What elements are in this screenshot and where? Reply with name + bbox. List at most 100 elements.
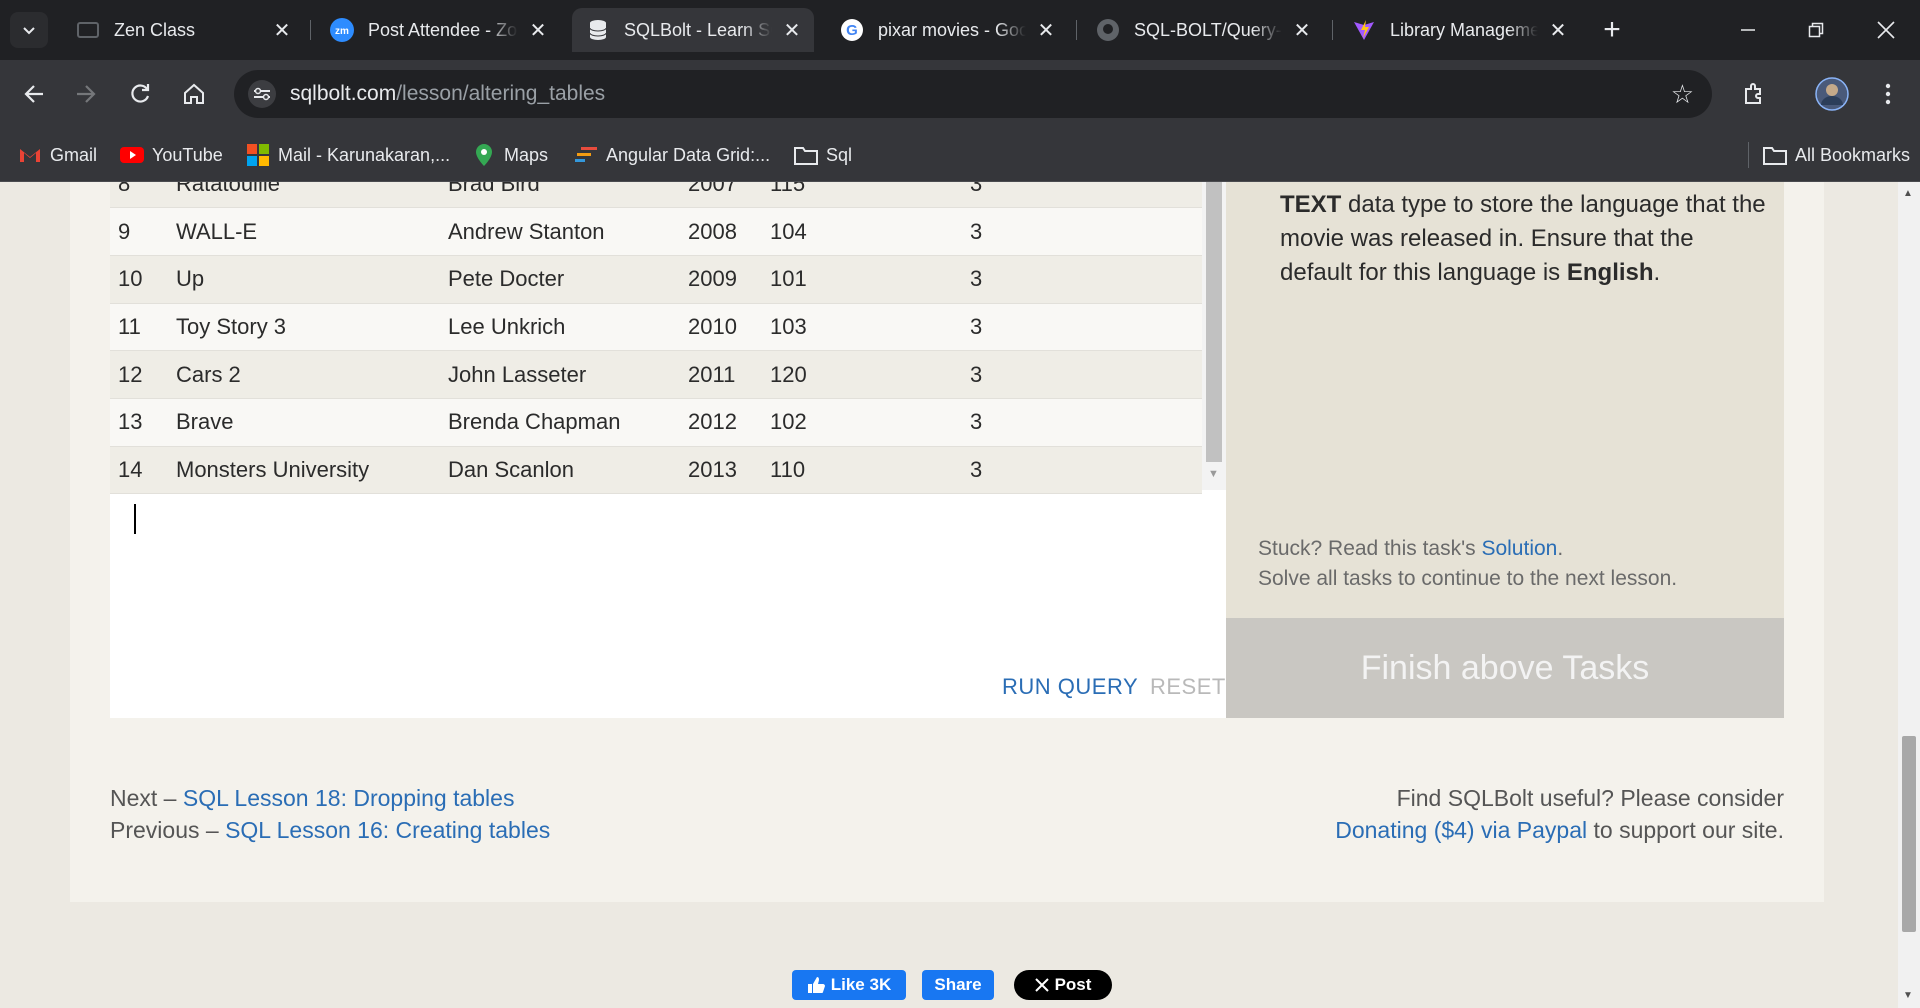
back-button[interactable]: [14, 74, 54, 114]
task-bold-text: English: [1566, 259, 1654, 286]
previous-lesson-link[interactable]: SQL Lesson 16: Creating tables: [225, 817, 550, 843]
bookmark-folder-sql[interactable]: Sql: [794, 142, 852, 168]
page-scrollbar[interactable]: ▲ ▼: [1898, 182, 1920, 1008]
extensions-button[interactable]: [1734, 74, 1774, 114]
table-cell: 102: [762, 398, 962, 447]
close-icon[interactable]: ✕: [778, 16, 806, 44]
table-cell: 3: [962, 182, 1202, 209]
vite-icon: [1352, 18, 1376, 42]
zoom-icon: zm: [330, 18, 354, 42]
share-label: Share: [934, 975, 982, 994]
scroll-down-arrow-icon[interactable]: ▼: [1903, 990, 1913, 1001]
table-cell: 13: [110, 398, 168, 447]
close-icon[interactable]: ✕: [524, 16, 552, 44]
table-cell: 2008: [680, 207, 762, 256]
table-cell: 2010: [680, 303, 762, 352]
table-cell: 120: [762, 350, 962, 399]
table-row: 13 Brave Brenda Chapman 2012 102 3: [110, 398, 1202, 447]
previous-prefix: Previous –: [110, 817, 226, 843]
forward-button[interactable]: [66, 74, 106, 114]
address-bar[interactable]: sqlbolt.com/lesson/altering_tables ☆: [234, 70, 1712, 118]
table-cell: 3: [962, 398, 1202, 447]
table-cell: WALL-E: [168, 207, 440, 256]
facebook-like-button[interactable]: Like 3K: [792, 970, 906, 1000]
bookmark-youtube[interactable]: YouTube: [120, 142, 223, 168]
table-cell: 3: [962, 255, 1202, 304]
kebab-menu-icon: [1885, 83, 1891, 105]
scroll-down-arrow-icon[interactable]: ▼: [1208, 468, 1219, 480]
tab-zoom[interactable]: zm Post Attendee - Zoom ✕: [316, 8, 560, 52]
new-tab-button[interactable]: +: [1594, 12, 1630, 48]
query-editor[interactable]: 8 Ratatouille Brad Bird 2007 115 3 9 WALL-E Andr…: [110, 182, 1226, 718]
page-scrollbar-thumb[interactable]: [1902, 736, 1916, 932]
minimize-icon: [1741, 29, 1755, 31]
maps-icon: [472, 143, 496, 167]
close-icon[interactable]: ✕: [1544, 16, 1572, 44]
table-cell: Brad Bird: [440, 182, 680, 209]
bookmark-gmail[interactable]: Gmail: [18, 142, 97, 168]
table-cell: Lee Unkrich: [440, 303, 680, 352]
donate-link[interactable]: Donating ($4) via Paypal: [1335, 817, 1587, 843]
solution-link[interactable]: Solution: [1481, 537, 1557, 560]
tab-strip: Zen Class ✕ zm Post Attendee - Zoom ✕ SQ…: [0, 0, 1920, 60]
ag-grid-icon: [574, 143, 598, 167]
reload-button[interactable]: [120, 74, 160, 114]
tab-sqlbolt[interactable]: SQLBolt - Learn SQL ✕: [572, 8, 814, 52]
facebook-share-button[interactable]: Share: [922, 970, 994, 1000]
donate-suffix: to support our site.: [1587, 817, 1784, 843]
minimize-button[interactable]: [1714, 0, 1782, 60]
table-row: 10 Up Pete Docter 2009 101 3: [110, 255, 1202, 304]
stuck-hint: Stuck? Read this task's Solution. Solve …: [1258, 534, 1677, 594]
table-cell: 2009: [680, 255, 762, 304]
table-cell: Dan Scanlon: [440, 446, 680, 495]
bookmark-maps[interactable]: Maps: [472, 142, 548, 168]
table-cell: 3: [962, 303, 1202, 352]
close-icon[interactable]: ✕: [268, 16, 296, 44]
tab-google-search[interactable]: G pixar movies - Google Search ✕: [826, 8, 1068, 52]
table-cell: 3: [962, 446, 1202, 495]
close-window-button[interactable]: [1852, 0, 1920, 60]
run-query-button[interactable]: RUN QUERY: [1002, 674, 1138, 700]
bookmark-mail[interactable]: Mail - Karunakaran,...: [246, 142, 450, 168]
table-cell: 110: [762, 446, 962, 495]
table-cell: 103: [762, 303, 962, 352]
table-row: 8 Ratatouille Brad Bird 2007 115 3: [110, 182, 1202, 209]
site-info-icon[interactable]: [248, 80, 276, 108]
reset-button[interactable]: RESET: [1150, 674, 1226, 700]
close-icon[interactable]: ✕: [1288, 16, 1316, 44]
next-lesson-link[interactable]: SQL Lesson 18: Dropping tables: [183, 785, 515, 811]
tab-github[interactable]: SQL-BOLT/Query-Answers ✕: [1082, 8, 1324, 52]
home-button[interactable]: [174, 74, 214, 114]
tab-title: pixar movies - Google Search: [878, 19, 1026, 40]
task-description: TEXT data type to store the language tha…: [1280, 188, 1770, 290]
table-cell: Toy Story 3: [168, 303, 440, 352]
donate-text: Find SQLBolt useful? Please consider: [1396, 785, 1784, 811]
table-cell: Monsters University: [168, 446, 440, 495]
profile-avatar[interactable]: [1812, 74, 1852, 114]
close-icon[interactable]: ✕: [1032, 16, 1060, 44]
all-bookmarks[interactable]: All Bookmarks: [1748, 142, 1910, 168]
next-prefix: Next –: [110, 785, 183, 811]
results-scrollbar-thumb[interactable]: [1206, 182, 1222, 462]
table-row: 11 Toy Story 3 Lee Unkrich 2010 103 3: [110, 303, 1202, 352]
table-cell: Andrew Stanton: [440, 207, 680, 256]
lesson-exercise-section: 8 Ratatouille Brad Bird 2007 115 3 9 WALL-E Andr…: [70, 182, 1824, 902]
restore-button[interactable]: [1782, 0, 1850, 60]
chevron-down-icon: [23, 27, 35, 35]
menu-button[interactable]: [1868, 74, 1908, 114]
bookmark-star-icon[interactable]: ☆: [1671, 79, 1694, 110]
table-cell: John Lasseter: [440, 350, 680, 399]
scroll-up-arrow-icon[interactable]: ▲: [1903, 188, 1913, 199]
text-cursor: [134, 504, 136, 534]
table-row: 12 Cars 2 John Lasseter 2011 120 3: [110, 350, 1202, 399]
url-text[interactable]: sqlbolt.com/lesson/altering_tables: [290, 82, 605, 106]
tab-search-button[interactable]: [10, 12, 48, 48]
table-cell: Ratatouille: [168, 182, 440, 209]
table-cell: 3: [962, 207, 1202, 256]
tab-zen-class[interactable]: Zen Class ✕: [62, 8, 304, 52]
x-post-button[interactable]: Post: [1014, 970, 1112, 1000]
post-label: Post: [1054, 975, 1092, 994]
tab-library-management[interactable]: Library Management ✕: [1338, 8, 1580, 52]
results-scrollbar[interactable]: ▼: [1202, 182, 1226, 490]
bookmark-angular-data-grid[interactable]: Angular Data Grid:...: [574, 142, 770, 168]
